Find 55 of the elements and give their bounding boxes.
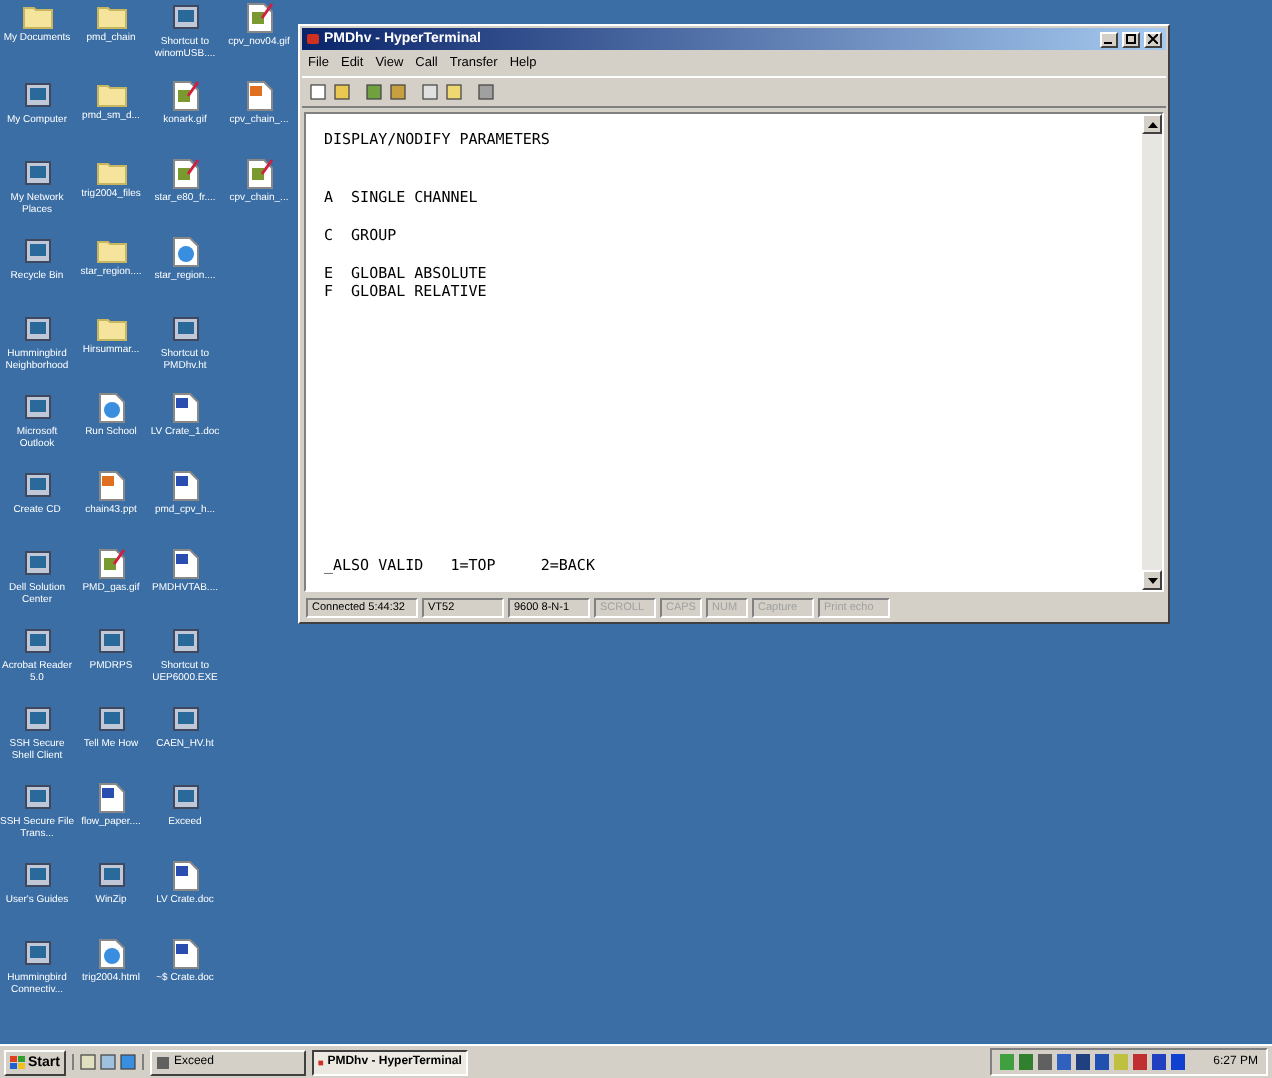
maximize-button[interactable]: [1122, 31, 1140, 47]
maximize-icon: [1126, 34, 1136, 44]
image-file-icon: [97, 548, 125, 580]
document-icon: [97, 782, 125, 814]
program-icon: [169, 626, 201, 658]
image-file-icon: [171, 158, 199, 190]
web-page-icon: [171, 236, 199, 268]
app-icon: [155, 1055, 170, 1069]
web-page-icon: [97, 392, 125, 424]
app-icon: [317, 1055, 324, 1069]
document-icon: [171, 470, 199, 502]
web-page-icon: [97, 938, 125, 970]
document-icon: [171, 392, 199, 424]
program-icon: [21, 158, 53, 190]
program-icon: [21, 704, 53, 736]
program-icon: [21, 314, 53, 346]
document-icon: [171, 938, 199, 970]
connect-button[interactable]: [362, 81, 384, 103]
close-icon: [1148, 34, 1158, 44]
windows-logo-icon: [10, 1055, 26, 1069]
program-icon: [169, 704, 201, 736]
close-button[interactable]: [1144, 31, 1162, 47]
document-icon: [171, 548, 199, 580]
program-icon: [21, 470, 53, 502]
up-arrow-icon: [1147, 121, 1157, 127]
open-button[interactable]: [330, 81, 352, 103]
program-icon: [169, 314, 201, 346]
presentation-file-icon: [97, 470, 125, 502]
program-icon: [21, 80, 53, 112]
program-icon: [169, 782, 201, 814]
new-button[interactable]: [306, 81, 328, 103]
receive-button[interactable]: [442, 81, 464, 103]
program-icon: [21, 392, 53, 424]
program-icon: [169, 2, 201, 34]
program-icon: [21, 782, 53, 814]
minimize-button[interactable]: [1100, 31, 1118, 47]
image-file-icon: [245, 158, 273, 190]
program-icon: [95, 704, 127, 736]
down-arrow-icon: [1147, 577, 1157, 583]
send-button[interactable]: [418, 81, 440, 103]
program-icon: [95, 860, 127, 892]
presentation-file-icon: [245, 80, 273, 112]
program-icon: [21, 626, 53, 658]
tray-icons-drawing[interactable]: [999, 1054, 1190, 1070]
program-icon: [21, 860, 53, 892]
disconnect-button[interactable]: [386, 81, 408, 103]
program-icon: [21, 938, 53, 970]
image-file-icon: [245, 2, 273, 34]
program-icon: [21, 548, 53, 580]
properties-button[interactable]: [474, 81, 496, 103]
document-icon: [171, 860, 199, 892]
program-icon: [95, 626, 127, 658]
image-file-icon: [171, 80, 199, 112]
scrollbar[interactable]: [1142, 114, 1162, 590]
program-icon: [21, 236, 53, 268]
